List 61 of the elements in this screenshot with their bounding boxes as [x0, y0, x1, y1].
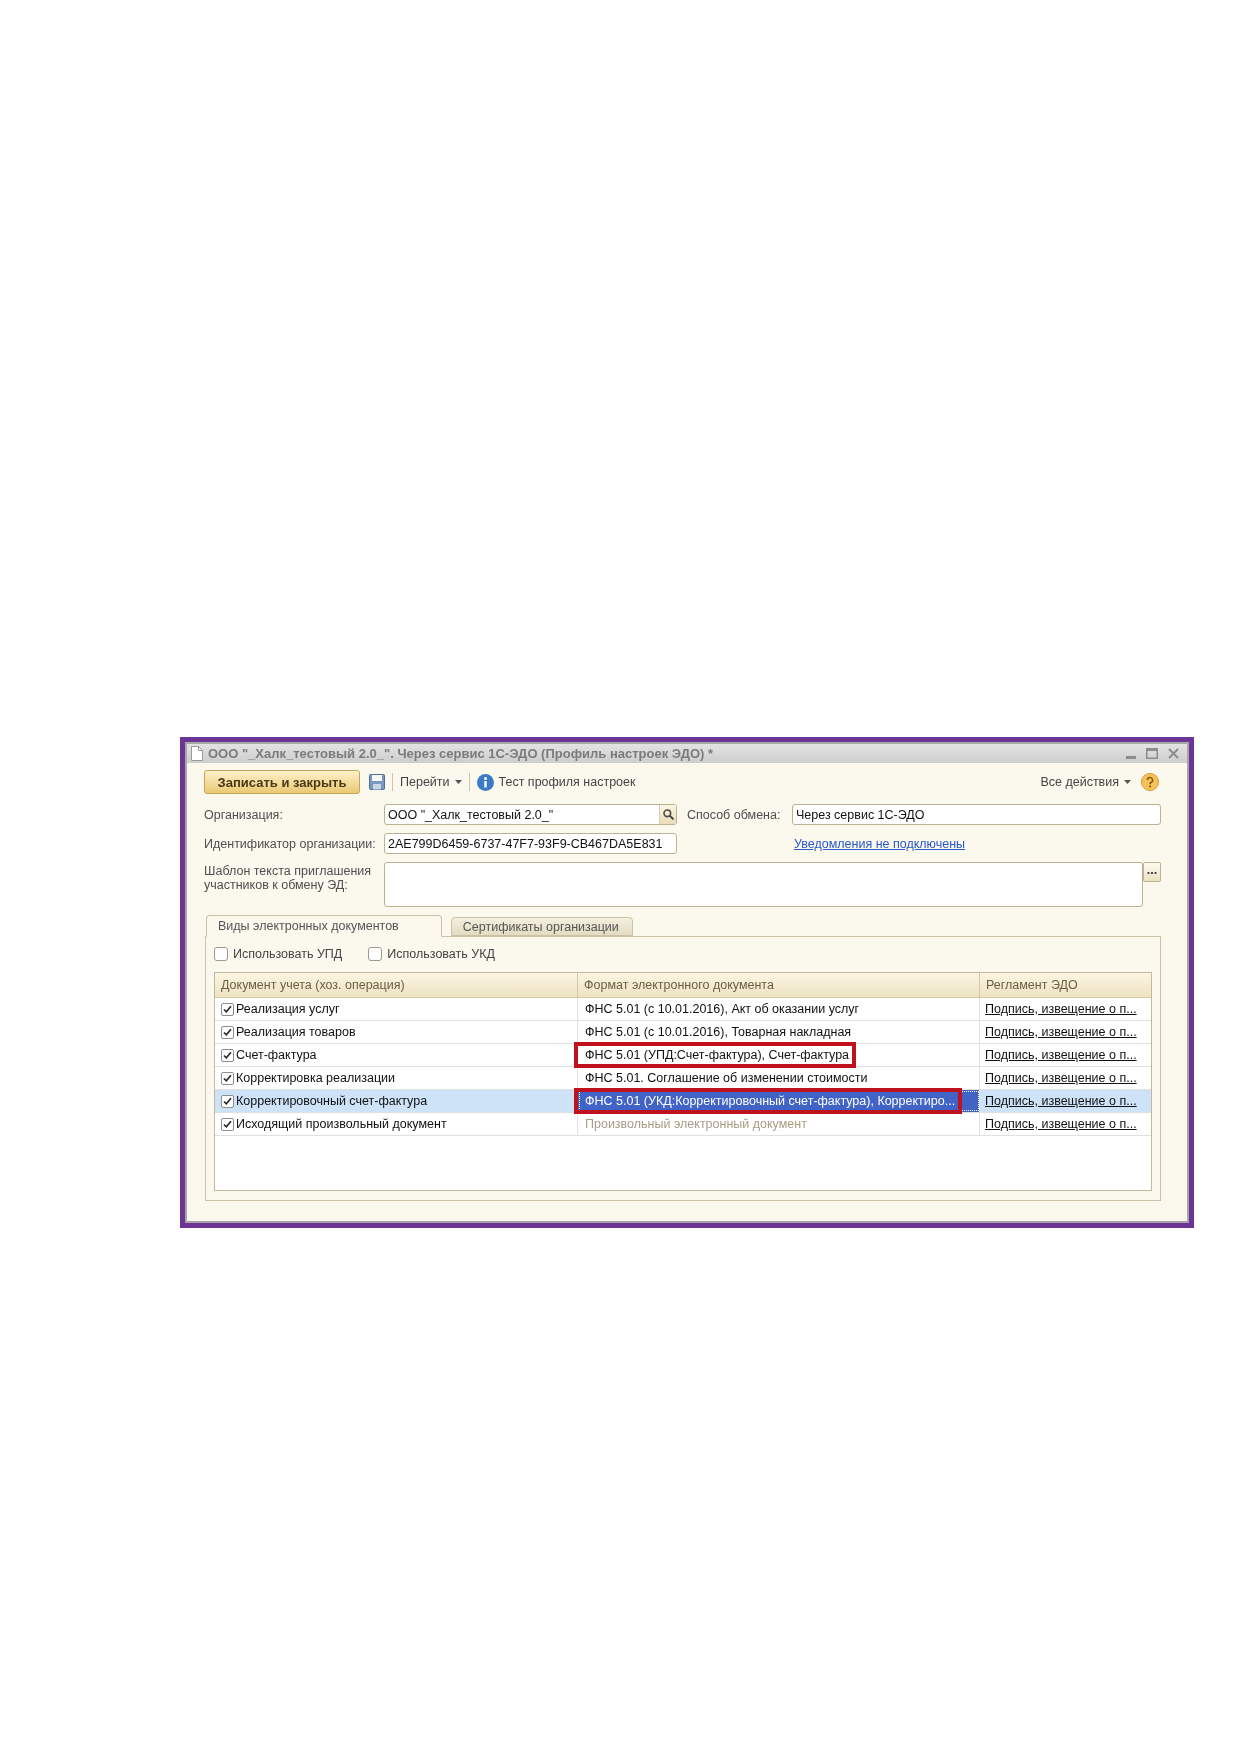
- checkbox[interactable]: [214, 947, 228, 961]
- search-icon: [662, 809, 674, 820]
- choose-button[interactable]: ...: [1143, 862, 1161, 882]
- regulation-link[interactable]: Подпись, извещение о п...: [985, 1071, 1137, 1085]
- search-button[interactable]: [659, 805, 676, 824]
- placeholder-text: Произвольный электронный документ: [578, 1113, 980, 1135]
- notifications-link[interactable]: Уведомления не подключены: [794, 836, 966, 851]
- table-cell: Реализация товаров: [236, 1025, 356, 1039]
- checkbox-label: Использовать УКД: [387, 947, 495, 961]
- identifier-field[interactable]: 2AE799D6459-6737-47F7-93F9-CB467DA5E831: [384, 833, 677, 854]
- column-header: Формат электронного документа: [578, 973, 980, 997]
- regulation-link[interactable]: Подпись, извещение о п...: [985, 1117, 1137, 1131]
- checkbox[interactable]: [221, 1048, 234, 1062]
- regulation-link[interactable]: Подпись, извещение о п...: [985, 1094, 1137, 1108]
- checkbox[interactable]: [368, 947, 383, 961]
- caret-icon: [1124, 780, 1131, 784]
- field-label: Идентификатор организации:: [204, 836, 377, 851]
- table-cell: ФНС 5.01 (с 10.01.2016), Товарная накладная: [578, 1021, 980, 1043]
- caret-icon: [454, 780, 462, 784]
- all-actions-menu[interactable]: Все действия: [1040, 772, 1131, 792]
- test-profile-button[interactable]: Тест профиля настроек: [476, 772, 636, 792]
- help-icon[interactable]: [1141, 773, 1159, 791]
- document-icon: [191, 746, 203, 761]
- field-label: Шаблон текста приглашения участников к обмену ЭД:: [204, 863, 373, 892]
- exchange-method-field[interactable]: Через сервис 1С-ЭДО: [792, 804, 1161, 825]
- regulation-link[interactable]: Подпись, извещение о п...: [985, 1002, 1137, 1016]
- field-label: Организация:: [204, 807, 284, 822]
- go-to-menu[interactable]: Перейти: [400, 772, 462, 792]
- table-cell: Исходящий произвольный документ: [236, 1117, 447, 1131]
- template-text-field[interactable]: [384, 862, 1143, 907]
- table-cell: ФНС 5.01 (с 10.01.2016), Акт об оказании услуг: [578, 998, 980, 1020]
- table-row[interactable]: Корректировка реализации ФНС 5.01. Соглашение об изменении стоимости Подпись, извещение о п...: [215, 1067, 1151, 1090]
- organization-field[interactable]: ООО "_Халк_тестовый 2.0_": [384, 804, 677, 825]
- table-row[interactable]: Исходящий произвольный документ Произвольный электронный документ Подпись, извещение о п...: [215, 1113, 1151, 1136]
- checkbox[interactable]: [221, 1025, 234, 1039]
- table-row[interactable]: Реализация товаров ФНС 5.01 (с 10.01.2016), Товарная накладная Подпись, извещение о п...: [215, 1021, 1151, 1044]
- table-row[interactable]: Корректировочный счет-фактура ФНС 5.01 (УКД:Корректировочный счет-фактура), Корректиро... Подпись, извещение о п...: [215, 1090, 1151, 1113]
- window-title: ООО "_Халк_тестовый 2.0_". Через сервис 1С-ЭДО (Профиль настроек ЭДО) *: [208, 746, 715, 761]
- save-and-close-button[interactable]: Записать и закрыть: [204, 770, 360, 794]
- regulation-link[interactable]: Подпись, извещение о п...: [985, 1048, 1137, 1062]
- table-cell: Корректировочный счет-фактура: [236, 1094, 428, 1108]
- checkbox[interactable]: [221, 1094, 234, 1108]
- checkbox[interactable]: [221, 1002, 234, 1016]
- column-header: Документ учета (хоз. операция): [215, 973, 578, 997]
- table-cell: Реализация услуг: [236, 1002, 340, 1016]
- tab[interactable]: Виды электронных документов: [206, 915, 442, 937]
- tab[interactable]: Сертификаты организации: [450, 917, 633, 936]
- table-cell: Корректировка реализации: [236, 1071, 396, 1085]
- table-cell: ФНС 5.01 (УПД:Счет-фактура), Счет-фактура: [578, 1044, 980, 1066]
- checkbox-label: Использовать УПД: [233, 947, 343, 961]
- table-row[interactable]: Реализация услуг ФНС 5.01 (с 10.01.2016), Акт об оказании услуг Подпись, извещение о п...: [215, 998, 1151, 1021]
- field-label: Способ обмена:: [687, 807, 782, 822]
- table-cell: ФНС 5.01. Соглашение об изменении стоимости: [578, 1067, 980, 1089]
- table-cell: Счет-фактура: [236, 1048, 317, 1062]
- checkbox[interactable]: [221, 1117, 234, 1131]
- table-row[interactable]: Счет-фактура ФНС 5.01 (УПД:Счет-фактура), Счет-фактура Подпись, извещение о п...: [215, 1044, 1151, 1067]
- info-icon: [476, 773, 494, 791]
- save-icon[interactable]: [369, 774, 385, 790]
- checkbox[interactable]: [221, 1071, 234, 1085]
- regulation-link[interactable]: Подпись, извещение о п...: [985, 1025, 1137, 1039]
- column-header: Регламент ЭДО: [985, 977, 1079, 994]
